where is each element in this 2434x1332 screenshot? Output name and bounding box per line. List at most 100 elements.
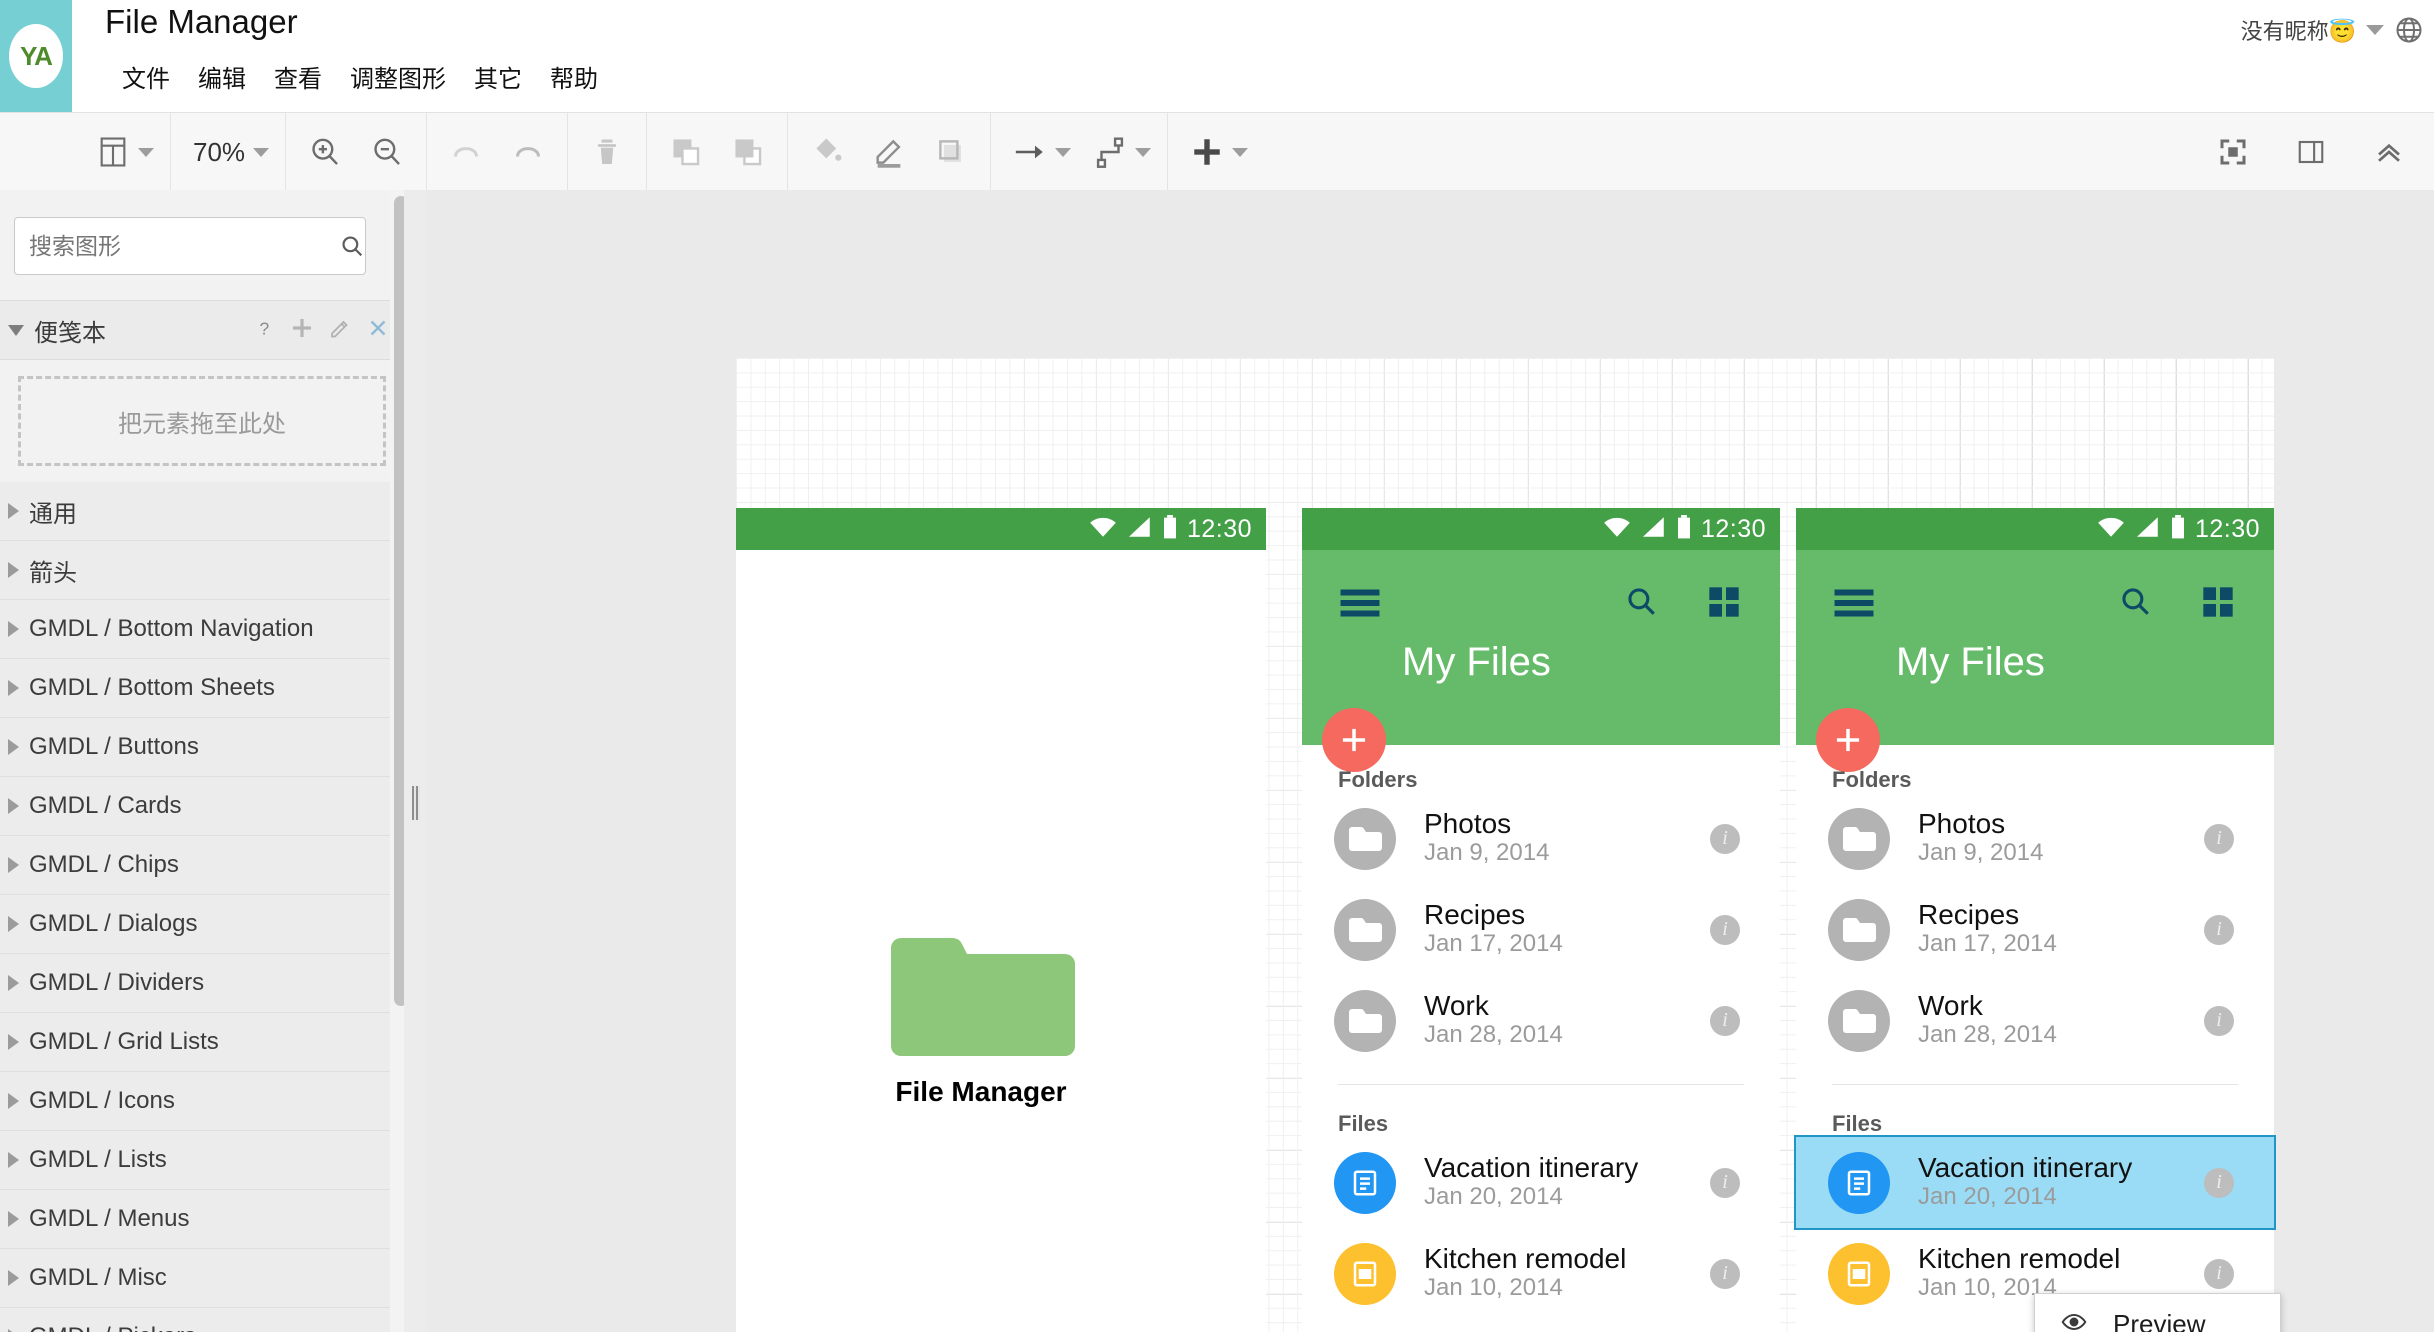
sidebar-item-gmdl-menus[interactable]: GMDL / Menus — [0, 1190, 404, 1249]
table-row[interactable]: Photos Jan 9, 2014 i — [1796, 793, 2274, 884]
zoom-level-label[interactable]: 70% — [179, 137, 259, 168]
chevron-right-icon[interactable] — [8, 857, 19, 873]
chevron-right-icon[interactable] — [8, 975, 19, 991]
search-icon[interactable] — [339, 233, 379, 259]
table-row-selected[interactable]: Vacation itinerary Jan 20, 2014 i — [1794, 1135, 2276, 1230]
info-icon[interactable]: i — [1710, 1258, 1740, 1289]
info-icon[interactable]: i — [2204, 823, 2234, 854]
info-icon[interactable]: i — [1710, 823, 1740, 854]
zoom-in-icon[interactable] — [294, 121, 356, 183]
menu-arrange[interactable]: 调整图形 — [336, 55, 460, 98]
search-icon[interactable] — [1624, 584, 1658, 623]
line-color-icon[interactable] — [858, 121, 920, 183]
chevron-right-icon[interactable] — [8, 562, 19, 578]
table-row[interactable]: Kitchen remodel Jan 10, 2014 i — [1302, 1228, 1780, 1319]
sidebar-item-gmdl-bottom-sheets[interactable]: GMDL / Bottom Sheets — [0, 659, 404, 718]
search-shapes-box[interactable] — [14, 217, 366, 275]
zoom-dropdown-caret[interactable] — [253, 147, 270, 157]
hamburger-menu-icon[interactable] — [1834, 588, 1874, 623]
shadow-icon[interactable] — [920, 121, 982, 183]
chevron-right-icon[interactable] — [8, 798, 19, 814]
sidebar-item-gmdl-buttons[interactable]: GMDL / Buttons — [0, 718, 404, 777]
search-input[interactable] — [15, 232, 339, 260]
redo-icon[interactable] — [497, 121, 559, 183]
fullscreen-icon[interactable] — [2202, 121, 2264, 183]
arrow-dropdown-caret[interactable] — [1055, 147, 1072, 157]
info-icon[interactable]: i — [1710, 1167, 1740, 1198]
info-icon[interactable]: i — [2204, 914, 2234, 945]
phone-mockup-1[interactable]: 12:30 File Manager — [736, 508, 1266, 1332]
context-menu-item-preview[interactable]: Preview — [2035, 1294, 2280, 1332]
diagram-canvas[interactable]: 12:30 File Manager 12:30 My Files Folder… — [426, 190, 2434, 1332]
sidebar-item-gmdl-grid-lists[interactable]: GMDL / Grid Lists — [0, 1013, 404, 1072]
app-logo[interactable]: YA — [0, 0, 72, 112]
chevron-right-icon[interactable] — [8, 680, 19, 696]
table-row[interactable]: Work Jan 28, 2014 i — [1302, 975, 1780, 1066]
file-context-menu[interactable]: Preview Share — [2034, 1293, 2281, 1332]
plus-icon[interactable] — [1176, 121, 1238, 183]
sidebar-item-gmdl-bottom-navigation[interactable]: GMDL / Bottom Navigation — [0, 600, 404, 659]
menu-help[interactable]: 帮助 — [536, 55, 612, 98]
menu-view[interactable]: 查看 — [260, 55, 336, 98]
chevron-down-icon[interactable] — [8, 324, 24, 336]
chevron-right-icon[interactable] — [8, 503, 19, 519]
pencil-icon[interactable] — [328, 316, 352, 345]
hamburger-menu-icon[interactable] — [1340, 588, 1380, 623]
table-row[interactable]: Recipes Jan 17, 2014 i — [1796, 884, 2274, 975]
chevron-right-icon[interactable] — [8, 1034, 19, 1050]
close-icon[interactable] — [366, 316, 390, 345]
sidebar-item-gmdl-icons[interactable]: GMDL / Icons — [0, 1072, 404, 1131]
phone-mockup-2[interactable]: 12:30 My Files Folders Photos Jan 9, 201… — [1302, 508, 1780, 1332]
info-icon[interactable]: i — [2204, 1005, 2234, 1036]
table-row[interactable]: Photos Jan 9, 2014 i — [1302, 793, 1780, 884]
chevron-right-icon[interactable] — [8, 621, 19, 637]
info-icon[interactable]: i — [2204, 1258, 2234, 1289]
menu-edit[interactable]: 编辑 — [184, 55, 260, 98]
user-name-label[interactable]: 没有昵称😇 — [2241, 14, 2356, 46]
sidebar-item-gmdl-dialogs[interactable]: GMDL / Dialogs — [0, 895, 404, 954]
chevron-right-icon[interactable] — [8, 1152, 19, 1168]
globe-icon[interactable] — [2394, 15, 2424, 45]
table-row[interactable]: Work Jan 28, 2014 i — [1796, 975, 2274, 1066]
bring-to-front-icon[interactable] — [655, 121, 717, 183]
grid-view-icon[interactable] — [1708, 586, 1740, 623]
sidebar-item-gmdl-lists[interactable]: GMDL / Lists — [0, 1131, 404, 1190]
canvas-page[interactable]: 12:30 File Manager 12:30 My Files Folder… — [736, 358, 2281, 1332]
chevron-right-icon[interactable] — [8, 916, 19, 932]
info-icon[interactable]: i — [1710, 914, 1740, 945]
menu-file[interactable]: 文件 — [108, 55, 184, 98]
arrow-connector-icon[interactable] — [999, 121, 1061, 183]
send-to-back-icon[interactable] — [717, 121, 779, 183]
sidebar-item-gmdl-misc[interactable]: GMDL / Misc — [0, 1249, 404, 1308]
scratchpad-dropzone[interactable]: 把元素拖至此处 — [0, 360, 404, 482]
sidebar-item-gmdl-chips[interactable]: GMDL / Chips — [0, 836, 404, 895]
plus-icon[interactable] — [290, 316, 314, 345]
menu-extras[interactable]: 其它 — [460, 55, 536, 98]
chevron-right-icon[interactable] — [8, 1211, 19, 1227]
format-panel-icon[interactable] — [2280, 121, 2342, 183]
collapse-toolbar-icon[interactable] — [2358, 121, 2420, 183]
sidebar-item-arrows[interactable]: 箭头 — [0, 541, 404, 600]
info-icon[interactable]: i — [2204, 1167, 2234, 1198]
sidebar-item-gmdl-cards[interactable]: GMDL / Cards — [0, 777, 404, 836]
zoom-out-icon[interactable] — [356, 121, 418, 183]
fill-color-icon[interactable] — [796, 121, 858, 183]
insert-dropdown-caret[interactable] — [1232, 147, 1249, 157]
undo-icon[interactable] — [435, 121, 497, 183]
sidebar-item-gmdl-pickers[interactable]: GMDL / Pickers — [0, 1308, 404, 1332]
question-mark-icon[interactable]: ? — [254, 316, 276, 345]
sidebar-item-gmdl-dividers[interactable]: GMDL / Dividers — [0, 954, 404, 1013]
chevron-right-icon[interactable] — [8, 739, 19, 755]
table-row[interactable]: Recipes Jan 17, 2014 i — [1302, 884, 1780, 975]
trash-icon[interactable] — [576, 121, 638, 183]
sidebar-splitter[interactable] — [404, 190, 427, 1332]
sidebar-splitter-handle[interactable] — [412, 786, 420, 820]
waypoint-connector-icon[interactable] — [1079, 121, 1141, 183]
scratchpad-section-header[interactable]: 便笺本 ? — [0, 300, 404, 360]
page-layout-icon[interactable] — [82, 121, 144, 183]
grid-view-icon[interactable] — [2202, 586, 2234, 623]
table-row[interactable]: Vacation itinerary Jan 20, 2014 i — [1302, 1137, 1780, 1228]
layout-dropdown-caret[interactable] — [138, 147, 154, 157]
sidebar-item-general[interactable]: 通用 — [0, 482, 404, 541]
chevron-right-icon[interactable] — [8, 1093, 19, 1109]
